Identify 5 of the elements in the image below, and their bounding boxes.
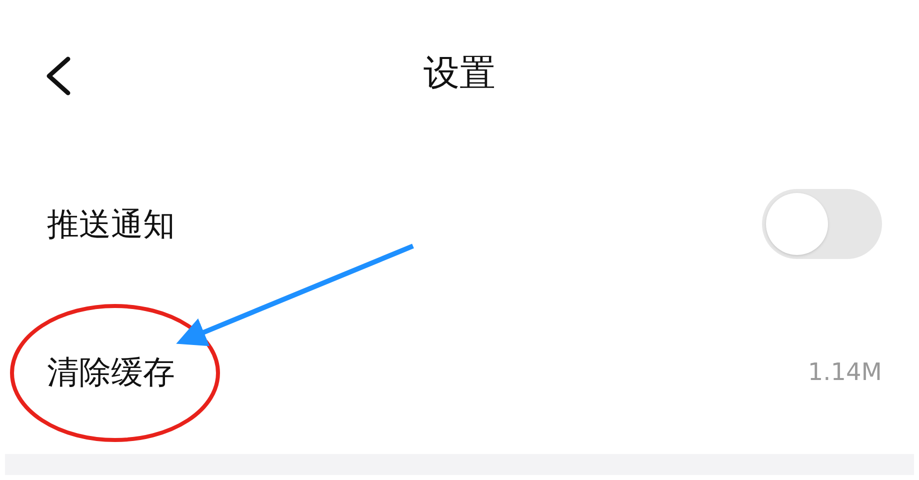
cache-size: 1.14M <box>808 357 882 388</box>
back-icon[interactable] <box>44 56 72 96</box>
page-title: 设置 <box>424 52 496 96</box>
setting-label: 推送通知 <box>47 204 175 245</box>
setting-label: 清除缓存 <box>47 352 175 393</box>
